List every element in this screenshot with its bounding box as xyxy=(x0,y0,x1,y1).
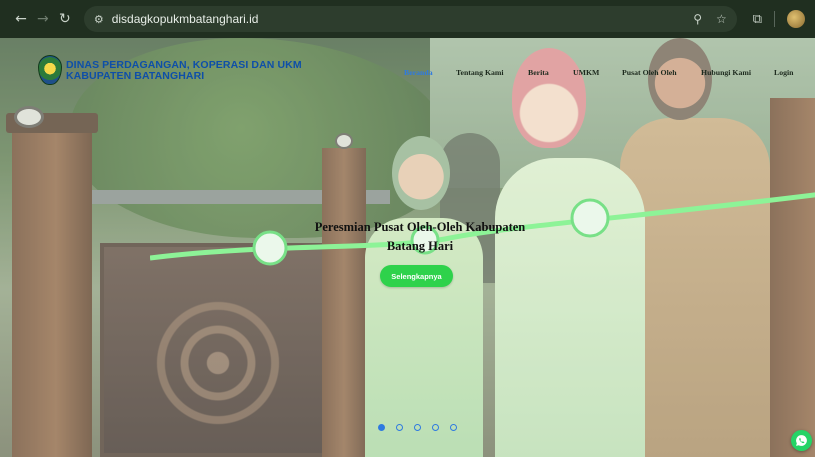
nav-pusat-oleh-oleh[interactable]: Pusat Oleh Oleh xyxy=(622,68,677,77)
reload-icon[interactable]: ↻ xyxy=(54,11,76,27)
site-settings-icon[interactable]: ⚙ xyxy=(94,13,104,26)
carousel-dot-4[interactable] xyxy=(432,424,439,431)
main-nav: Beranda Tentang Kami Berita UMKM Pusat O… xyxy=(0,68,815,80)
url-text[interactable]: disdagkopukmbatanghari.id xyxy=(112,12,259,26)
extensions-icon[interactable]: ⧉ xyxy=(753,12,762,27)
carousel-dot-2[interactable] xyxy=(396,424,403,431)
whatsapp-button[interactable] xyxy=(791,430,812,451)
address-bar[interactable]: ⚙ disdagkopukmbatanghari.id ⚲ ☆ xyxy=(83,6,737,32)
carousel-indicators xyxy=(378,424,457,431)
carousel-dot-5[interactable] xyxy=(450,424,457,431)
read-more-button[interactable]: Selengkapnya xyxy=(380,265,453,287)
nav-beranda[interactable]: Beranda xyxy=(404,68,433,77)
slide-caption: Peresmian Pusat Oleh-Oleh Kabupaten Bata… xyxy=(314,220,526,253)
carousel-dot-3[interactable] xyxy=(414,424,421,431)
browser-toolbar: ← → ↻ ⚙ disdagkopukmbatanghari.id ⚲ ☆ ⧉ xyxy=(0,0,815,38)
site-header: DINAS PERDAGANGAN, KOPERASI DAN UKM KABU… xyxy=(0,38,815,118)
nav-umkm[interactable]: UMKM xyxy=(573,68,599,77)
back-icon[interactable]: ← xyxy=(10,11,32,27)
carousel-dot-1[interactable] xyxy=(378,424,385,431)
forward-icon[interactable]: → xyxy=(32,11,54,27)
nav-hubungi-kami[interactable]: Hubungi Kami xyxy=(701,68,751,77)
nav-login[interactable]: Login xyxy=(774,68,794,77)
whatsapp-icon xyxy=(796,435,807,446)
profile-avatar[interactable] xyxy=(787,10,806,28)
bookmark-star-icon[interactable]: ☆ xyxy=(716,12,727,26)
nav-berita[interactable]: Berita xyxy=(528,68,549,77)
nav-tentang-kami[interactable]: Tentang Kami xyxy=(456,68,504,77)
zoom-icon[interactable]: ⚲ xyxy=(693,12,702,26)
